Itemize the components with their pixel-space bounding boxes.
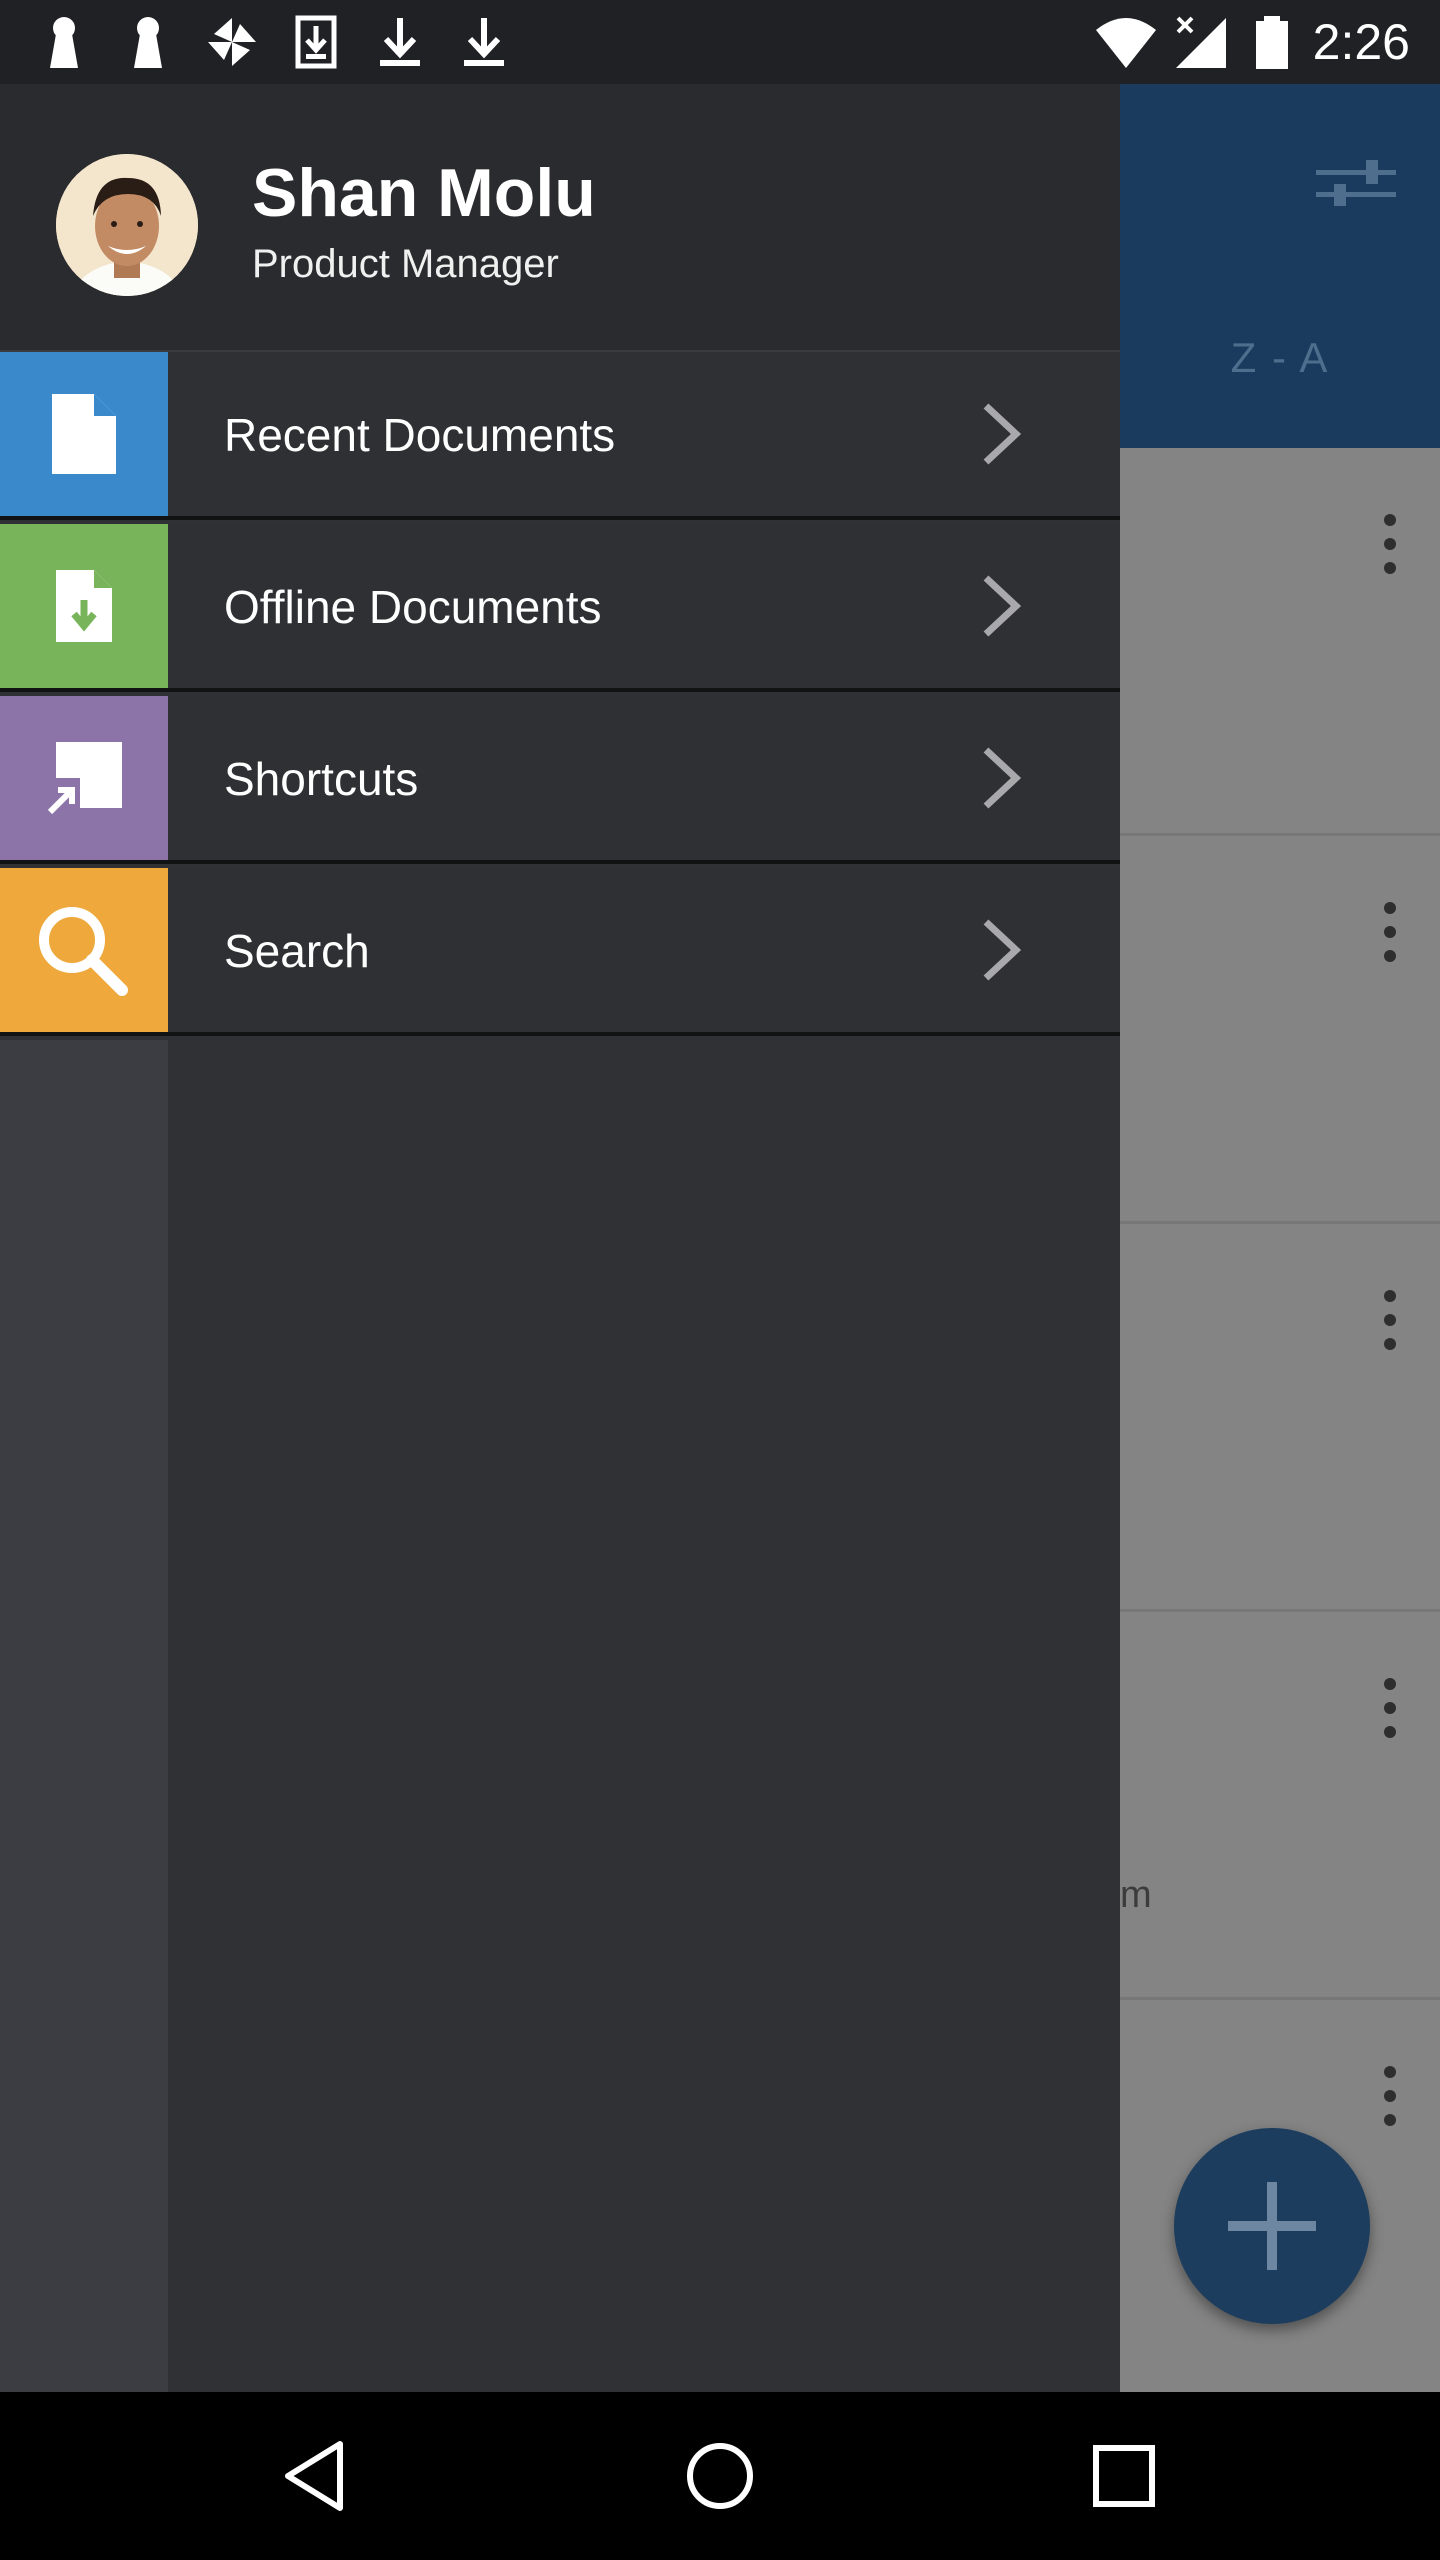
menu-item-offline-documents[interactable]: Offline Documents: [0, 524, 1120, 692]
add-fab-button[interactable]: [1174, 2128, 1370, 2324]
pinwheel-icon: [208, 18, 256, 66]
more-icon[interactable]: [1370, 512, 1410, 576]
menu-tile: [0, 696, 168, 860]
menu-tile: [0, 352, 168, 516]
back-icon[interactable]: [276, 2436, 356, 2516]
background-app: Z - A m: [1120, 84, 1440, 2392]
user-photo-icon: [56, 154, 198, 296]
menu-item-label: Shortcuts: [224, 753, 419, 805]
more-icon[interactable]: [1370, 1288, 1410, 1352]
menu-tile: [0, 524, 168, 688]
battery-icon: [1256, 16, 1288, 69]
more-icon[interactable]: [1370, 2064, 1410, 2128]
list-item[interactable]: [1120, 1612, 1440, 2000]
status-bar: 2:26: [0, 0, 1440, 84]
keyhole-icon: [134, 17, 162, 68]
user-role: Product Manager: [252, 242, 559, 286]
wifi-icon: [1096, 18, 1156, 68]
menu-item-search[interactable]: Search: [0, 868, 1120, 1036]
chevron-right-icon: [983, 747, 1022, 809]
filter-icon[interactable]: [1316, 156, 1396, 212]
menu-item-recent-documents[interactable]: Recent Documents: [0, 352, 1120, 520]
chevron-right-icon: [983, 919, 1022, 981]
more-icon[interactable]: [1370, 900, 1410, 964]
shortcut-icon: [44, 742, 122, 818]
user-name: Shan Molu: [252, 155, 596, 231]
drawer-rail: [0, 1040, 168, 2392]
profile-header[interactable]: Shan Molu Product Manager: [0, 84, 1120, 352]
plus-icon: [1228, 2182, 1316, 2270]
menu-tile: [0, 868, 168, 1032]
home-icon[interactable]: [680, 2436, 760, 2516]
download-document-icon: [56, 570, 112, 642]
list-item[interactable]: [1120, 448, 1440, 836]
download-icon: [464, 18, 504, 66]
list-item-partial-text: m: [1120, 1874, 1152, 1916]
search-icon: [39, 907, 128, 996]
keyhole-icon: [50, 17, 78, 68]
download-box-icon: [295, 15, 337, 69]
menu-item-shortcuts[interactable]: Shortcuts: [0, 696, 1120, 864]
list-item[interactable]: [1120, 836, 1440, 1224]
sort-label[interactable]: Z - A: [1210, 334, 1350, 382]
recents-icon[interactable]: [1084, 2436, 1164, 2516]
background-toolbar: Z - A: [1120, 84, 1440, 448]
avatar[interactable]: [56, 154, 198, 296]
menu-item-label: Offline Documents: [224, 581, 602, 633]
more-icon[interactable]: [1370, 1676, 1410, 1740]
document-icon: [52, 394, 116, 474]
signal-icon: [1176, 16, 1226, 68]
list-item[interactable]: [1120, 1224, 1440, 1612]
system-navigation-bar: [0, 2392, 1440, 2560]
download-icon: [380, 18, 420, 66]
chevron-right-icon: [983, 575, 1022, 637]
status-time: 2:26: [1312, 14, 1410, 70]
menu-item-label: Search: [224, 925, 370, 977]
navigation-drawer: Shan Molu Product Manager Recent Documen…: [0, 84, 1120, 2392]
menu-item-label: Recent Documents: [224, 409, 616, 461]
chevron-right-icon: [983, 403, 1022, 465]
